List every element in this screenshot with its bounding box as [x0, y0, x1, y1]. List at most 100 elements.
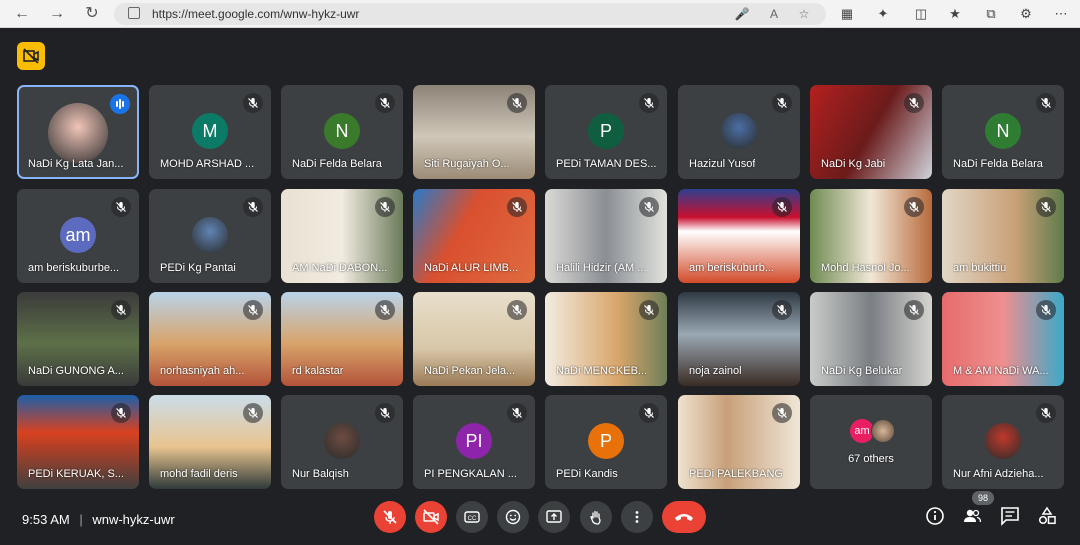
participant-tile[interactable]: Hazizul Yusof — [678, 85, 800, 179]
hand-icon — [590, 510, 601, 525]
participant-name: NaDi GUNONG A... — [28, 365, 124, 377]
activities-icon — [1038, 506, 1056, 525]
participant-tile[interactable]: P PEDi Kandis — [545, 395, 667, 489]
read-aloud-icon[interactable]: A — [766, 6, 782, 22]
raise-hand-button[interactable] — [580, 501, 612, 533]
present-icon — [546, 510, 562, 523]
collections-icon[interactable]: ⧉ — [982, 5, 1000, 23]
participant-tile[interactable]: noja zainol — [678, 292, 800, 386]
mic-muted-icon — [512, 98, 522, 108]
participant-tile[interactable]: am 67 others — [810, 395, 932, 489]
present-screen-button[interactable] — [538, 501, 570, 533]
mic-muted-icon — [909, 98, 919, 108]
leave-call-button[interactable] — [662, 501, 706, 533]
participant-tile[interactable]: PI PI PENGKALAN ... — [413, 395, 535, 489]
activities-button[interactable] — [1036, 505, 1058, 527]
more-menu-icon[interactable]: ⋯ — [1052, 5, 1070, 23]
participant-avatar: P — [588, 113, 624, 149]
favorites-icon[interactable]: ★ — [946, 5, 964, 23]
camera-off-icon — [23, 48, 39, 64]
people-button[interactable] — [961, 505, 983, 527]
chat-button[interactable] — [999, 505, 1021, 527]
reload-icon[interactable]: ↻ — [82, 4, 102, 24]
mic-muted-icon — [116, 408, 126, 418]
microphone-icon[interactable]: 🎤 — [734, 6, 750, 22]
participant-tile[interactable]: PEDi Kg Pantai — [149, 189, 271, 283]
participant-tile[interactable]: Nur Balqish — [281, 395, 403, 489]
favorite-star-icon[interactable]: ☆ — [796, 6, 812, 22]
participant-name: 67 others — [848, 453, 894, 465]
mic-muted-badge — [111, 300, 131, 320]
participant-tile[interactable]: M MOHD ARSHAD ... — [149, 85, 271, 179]
participant-name: AM NaDi DABON... — [292, 262, 388, 274]
mic-muted-badge — [904, 93, 924, 113]
participant-tile[interactable]: AM NaDi DABON... — [281, 189, 403, 283]
participant-tile[interactable]: N NaDi Felda Belara — [281, 85, 403, 179]
mic-muted-icon — [512, 305, 522, 315]
participant-tile[interactable]: mohd fadil deris — [149, 395, 271, 489]
participant-name: PEDi Kg Pantai — [160, 262, 236, 274]
mic-muted-icon — [644, 305, 654, 315]
mic-toggle-button[interactable] — [374, 501, 406, 533]
participant-tile[interactable]: N NaDi Felda Belara — [942, 85, 1064, 179]
mic-muted-icon — [248, 98, 258, 108]
participant-name: MOHD ARSHAD ... — [160, 158, 255, 170]
camera-toggle-button[interactable] — [415, 501, 447, 533]
participant-name: PEDi PALEKBANG — [689, 468, 783, 480]
mic-muted-badge — [243, 197, 263, 217]
forward-icon[interactable]: → — [47, 4, 67, 24]
participant-name: PEDi KERUAK, S... — [28, 468, 124, 480]
back-icon[interactable]: ← — [12, 4, 32, 24]
meeting-details-button[interactable] — [924, 505, 946, 527]
split-screen-icon[interactable]: ◫ — [912, 5, 930, 23]
people-icon — [964, 509, 982, 523]
address-bar[interactable]: https://meet.google.com/wnw-hykz-uwr 🎤 A… — [114, 3, 826, 25]
participant-tile[interactable]: norhasniyah ah... — [149, 292, 271, 386]
participant-name: am bukittiu — [953, 262, 1007, 274]
participant-tile[interactable]: PEDi PALEKBANG — [678, 395, 800, 489]
mic-muted-badge — [772, 403, 792, 423]
participant-tile[interactable]: PEDi KERUAK, S... — [17, 395, 139, 489]
participant-tile[interactable]: rd kalastar — [281, 292, 403, 386]
participant-tile[interactable]: NaDi GUNONG A... — [17, 292, 139, 386]
participant-tile[interactable]: am am beriskuburbe... — [17, 189, 139, 283]
mic-muted-icon — [1041, 98, 1051, 108]
performance-icon[interactable]: ⚙ — [1017, 5, 1035, 23]
extension-icon[interactable]: ▦ — [838, 5, 856, 23]
participant-tile[interactable]: NaDi Kg Belukar — [810, 292, 932, 386]
participant-tile[interactable]: NaDi ALUR LIMB... — [413, 189, 535, 283]
mic-muted-icon — [777, 305, 787, 315]
host-controls-badge[interactable] — [17, 42, 45, 70]
participant-name: Mohd Hasnol Jo... — [821, 262, 910, 274]
participant-tile[interactable]: am bukittiu — [942, 189, 1064, 283]
participant-tile[interactable]: Nur Afni Adzieha... — [942, 395, 1064, 489]
participant-tile[interactable]: M & AM NaDi WA... — [942, 292, 1064, 386]
participant-tile[interactable]: Halili Hidzir (AM ... — [545, 189, 667, 283]
more-options-button[interactable] — [621, 501, 653, 533]
participant-name: NaDi Kg Jabi — [821, 158, 886, 170]
participant-tile[interactable]: NaDi Kg Lata Jan... — [17, 85, 139, 179]
participant-tile[interactable]: P PEDi TAMAN DES... — [545, 85, 667, 179]
reactions-button[interactable] — [497, 501, 529, 533]
mic-muted-badge — [375, 93, 395, 113]
captions-button[interactable]: CC — [456, 501, 488, 533]
participant-tile[interactable]: Mohd Hasnol Jo... — [810, 189, 932, 283]
participant-tile[interactable]: Siti Rugaiyah O... — [413, 85, 535, 179]
mic-muted-badge — [639, 197, 659, 217]
participant-tile[interactable]: am beriskuburb... — [678, 189, 800, 283]
participant-tile[interactable]: NaDi MENCKEB... — [545, 292, 667, 386]
url-text[interactable]: https://meet.google.com/wnw-hykz-uwr — [152, 7, 359, 21]
puzzle-icon[interactable]: ✦ — [874, 5, 892, 23]
more-vert-icon — [635, 511, 639, 523]
mic-muted-badge — [1036, 93, 1056, 113]
mic-muted-icon — [248, 305, 258, 315]
mic-muted-badge — [1036, 300, 1056, 320]
participant-tile[interactable]: NaDi Kg Jabi — [810, 85, 932, 179]
participant-name: NaDi Pekan Jela... — [424, 365, 516, 377]
mic-muted-icon — [512, 202, 522, 212]
mic-muted-badge — [1036, 403, 1056, 423]
participant-tile[interactable]: NaDi Pekan Jela... — [413, 292, 535, 386]
mic-muted-icon — [909, 202, 919, 212]
lock-icon — [128, 7, 140, 19]
participant-avatar: N — [324, 113, 360, 149]
